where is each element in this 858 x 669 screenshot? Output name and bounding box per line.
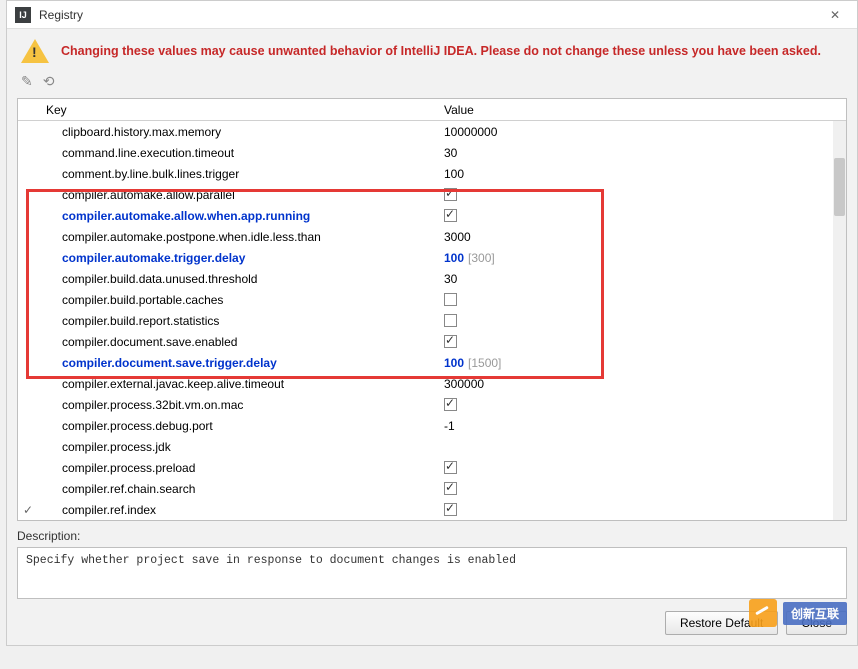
edit-icon[interactable]: ✎	[21, 73, 33, 90]
registry-key[interactable]: compiler.external.javac.keep.alive.timeo…	[38, 377, 438, 391]
registry-key[interactable]: comment.by.line.bulk.lines.trigger	[38, 167, 438, 181]
registry-value[interactable]	[438, 503, 846, 516]
table-row[interactable]: compiler.document.save.enabled	[18, 331, 846, 352]
registry-value[interactable]	[438, 398, 846, 411]
registry-key[interactable]: compiler.process.preload	[38, 461, 438, 475]
registry-key[interactable]: command.line.execution.timeout	[38, 146, 438, 160]
registry-key[interactable]: compiler.document.save.enabled	[38, 335, 438, 349]
checkbox-icon[interactable]	[444, 398, 457, 411]
table-row[interactable]: compiler.automake.allow.when.app.running	[18, 205, 846, 226]
default-value: [1500]	[468, 356, 501, 370]
description-section: Description: Specify whether project sav…	[17, 529, 847, 599]
registry-value[interactable]: 100[1500]	[438, 356, 846, 370]
table-row[interactable]: comment.by.line.bulk.lines.trigger100	[18, 163, 846, 184]
warning-bar: Changing these values may cause unwanted…	[7, 29, 857, 69]
registry-value[interactable]: 100	[438, 167, 846, 181]
checkbox-icon[interactable]	[444, 314, 457, 327]
registry-value[interactable]	[438, 482, 846, 495]
registry-key[interactable]: compiler.automake.allow.parallel	[38, 188, 438, 202]
table-header: Key Value	[18, 99, 846, 121]
checkbox-icon[interactable]	[444, 482, 457, 495]
close-icon[interactable]: ✕	[821, 8, 849, 22]
registry-value[interactable]	[438, 314, 846, 327]
table-row[interactable]: command.line.execution.timeout30	[18, 142, 846, 163]
checkbox-icon[interactable]	[444, 503, 457, 516]
registry-key[interactable]: compiler.automake.trigger.delay	[38, 251, 438, 265]
button-bar: Restore Default Close	[7, 599, 857, 645]
registry-value[interactable]: 10000000	[438, 125, 846, 139]
registry-key[interactable]: compiler.build.portable.caches	[38, 293, 438, 307]
watermark-icon	[749, 599, 777, 627]
table-row[interactable]: compiler.document.save.trigger.delay100[…	[18, 352, 846, 373]
registry-value[interactable]: 3000	[438, 230, 846, 244]
table-body[interactable]: clipboard.history.max.memory10000000comm…	[18, 121, 846, 521]
registry-key[interactable]: compiler.automake.allow.when.app.running	[38, 209, 438, 223]
checkbox-icon[interactable]	[444, 461, 457, 474]
registry-key[interactable]: compiler.build.report.statistics	[38, 314, 438, 328]
registry-key[interactable]: compiler.process.32bit.vm.on.mac	[38, 398, 438, 412]
table-row[interactable]: compiler.process.jdk	[18, 436, 846, 457]
registry-value[interactable]: 300000	[438, 377, 846, 391]
scrollbar-thumb[interactable]	[834, 158, 845, 216]
registry-value[interactable]: 100[300]	[438, 251, 846, 265]
registry-dialog: IJ Registry ✕ Changing these values may …	[6, 0, 858, 646]
scrollbar-track[interactable]	[833, 121, 846, 521]
registry-value[interactable]: -1	[438, 419, 846, 433]
description-text: Specify whether project save in response…	[17, 547, 847, 599]
registry-key[interactable]: compiler.build.data.unused.threshold	[38, 272, 438, 286]
registry-table: Key Value clipboard.history.max.memory10…	[17, 98, 847, 521]
watermark: 创新互联	[749, 599, 847, 627]
dialog-title: Registry	[39, 8, 821, 22]
registry-value[interactable]: 30	[438, 146, 846, 160]
titlebar: IJ Registry ✕	[7, 1, 857, 29]
table-row[interactable]: compiler.automake.allow.parallel	[18, 184, 846, 205]
row-expander: ✓	[18, 503, 38, 517]
watermark-text: 创新互联	[783, 602, 847, 625]
table-row[interactable]: compiler.build.data.unused.threshold30	[18, 268, 846, 289]
toolbar: ✎ ⟲	[7, 69, 857, 98]
registry-key[interactable]: compiler.document.save.trigger.delay	[38, 356, 438, 370]
checkbox-icon[interactable]	[444, 209, 457, 222]
table-row[interactable]: compiler.process.preload	[18, 457, 846, 478]
checkbox-icon[interactable]	[444, 335, 457, 348]
revert-icon[interactable]: ⟲	[43, 73, 55, 90]
registry-value[interactable]: 30	[438, 272, 846, 286]
app-icon: IJ	[15, 7, 31, 23]
registry-key[interactable]: compiler.process.jdk	[38, 440, 438, 454]
registry-value[interactable]	[438, 209, 846, 222]
registry-key[interactable]: compiler.process.debug.port	[38, 419, 438, 433]
registry-value[interactable]	[438, 293, 846, 306]
checkbox-icon[interactable]	[444, 188, 457, 201]
checkbox-icon[interactable]	[444, 293, 457, 306]
table-row[interactable]: compiler.external.javac.keep.alive.timeo…	[18, 373, 846, 394]
table-row[interactable]: compiler.process.debug.port-1	[18, 415, 846, 436]
warning-text: Changing these values may cause unwanted…	[61, 44, 821, 58]
registry-value[interactable]	[438, 461, 846, 474]
registry-key[interactable]: compiler.automake.postpone.when.idle.les…	[38, 230, 438, 244]
registry-key[interactable]: compiler.ref.chain.search	[38, 482, 438, 496]
table-row[interactable]: ✓compiler.ref.index	[18, 499, 846, 520]
registry-key[interactable]: clipboard.history.max.memory	[38, 125, 438, 139]
warning-icon	[21, 39, 49, 63]
table-row[interactable]: compiler.ref.chain.search	[18, 478, 846, 499]
registry-value[interactable]	[438, 335, 846, 348]
column-key[interactable]: Key	[38, 103, 438, 117]
table-row[interactable]: compiler.build.report.statistics	[18, 310, 846, 331]
description-label: Description:	[17, 529, 847, 543]
table-row[interactable]: compiler.process.32bit.vm.on.mac	[18, 394, 846, 415]
table-row[interactable]: compiler.automake.postpone.when.idle.les…	[18, 226, 846, 247]
default-value: [300]	[468, 251, 495, 265]
column-value[interactable]: Value	[438, 103, 846, 117]
table-row[interactable]: compiler.build.portable.caches	[18, 289, 846, 310]
registry-key[interactable]: compiler.ref.index	[38, 503, 438, 517]
registry-value[interactable]	[438, 188, 846, 201]
table-row[interactable]: clipboard.history.max.memory10000000	[18, 121, 846, 142]
table-row[interactable]: compiler.automake.trigger.delay100[300]	[18, 247, 846, 268]
